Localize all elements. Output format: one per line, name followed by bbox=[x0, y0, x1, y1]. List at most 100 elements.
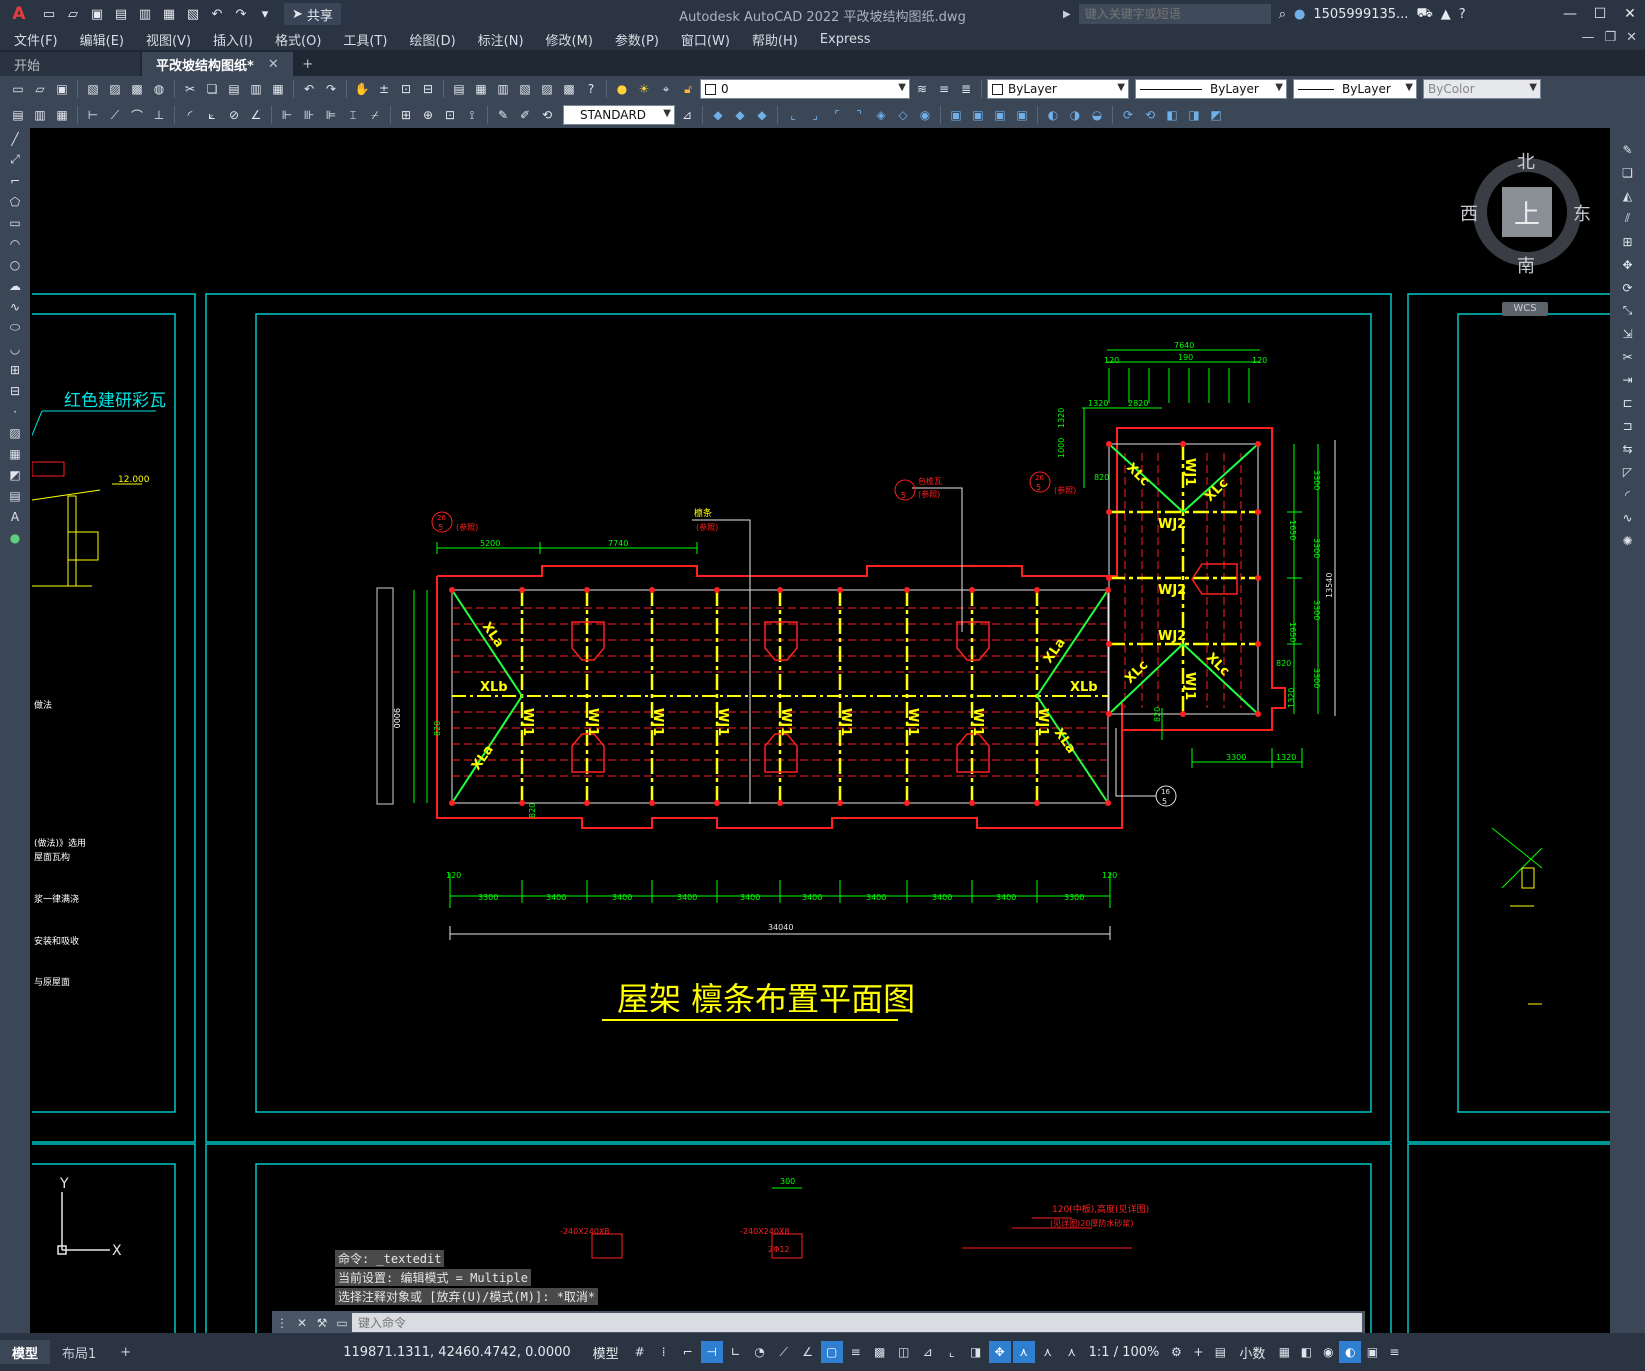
table-icon[interactable]: ▤ bbox=[0, 485, 30, 506]
command-close-icon[interactable]: ✕ bbox=[292, 1316, 312, 1330]
workspace-gear-icon[interactable]: ⚙ bbox=[1165, 1341, 1187, 1363]
free-orbit-icon[interactable]: ⟲ bbox=[1140, 105, 1160, 125]
dimstyle-dropdown[interactable]: STANDARD ▼ bbox=[563, 105, 675, 125]
tolerance-icon[interactable]: ⊞ bbox=[396, 105, 416, 125]
menu-insert[interactable]: 插入(I) bbox=[213, 30, 253, 49]
erase-icon[interactable]: ✎ bbox=[1610, 138, 1645, 161]
layer-properties-icon[interactable]: ≋ bbox=[912, 79, 932, 99]
doc-close-icon[interactable]: ✕ bbox=[1626, 30, 1637, 45]
tab-close-icon[interactable]: ✕ bbox=[268, 57, 279, 72]
dim-break-icon[interactable]: ⌿ bbox=[365, 105, 385, 125]
diameter-dim-icon[interactable]: ⊘ bbox=[224, 105, 244, 125]
save-web-icon[interactable]: ▦ bbox=[158, 3, 180, 25]
ucs-face-icon[interactable]: ⌝ bbox=[849, 105, 869, 125]
copy-icon[interactable]: ❏ bbox=[202, 79, 222, 99]
menu-window[interactable]: 窗口(W) bbox=[681, 30, 730, 49]
layer-previous-icon[interactable]: ≣ bbox=[956, 79, 976, 99]
dynamic-ucs-icon[interactable]: ⌞ bbox=[941, 1341, 963, 1363]
spline-icon[interactable]: ∿ bbox=[0, 296, 30, 317]
angular-dim-icon[interactable]: ∠ bbox=[246, 105, 266, 125]
redo-icon[interactable]: ↷ bbox=[321, 79, 341, 99]
customization-icon[interactable]: ≡ bbox=[1383, 1341, 1405, 1363]
menu-modify[interactable]: 修改(M) bbox=[546, 30, 593, 49]
ordinate-dim-icon[interactable]: ⊥ bbox=[149, 105, 169, 125]
design-center-icon[interactable]: ▦ bbox=[471, 79, 491, 99]
auto-scale-icon[interactable]: ⋏ bbox=[1037, 1341, 1059, 1363]
hatch-icon[interactable]: ▨ bbox=[0, 422, 30, 443]
doc-minimize-icon[interactable]: — bbox=[1581, 30, 1594, 45]
object-snap-icon[interactable]: ▢ bbox=[820, 1341, 843, 1363]
viewcube-top-face[interactable]: 上 bbox=[1502, 187, 1552, 237]
array-icon[interactable]: ⊞ bbox=[1610, 230, 1645, 253]
extend-icon[interactable]: ⇥ bbox=[1610, 368, 1645, 391]
model-space-toggle[interactable]: 模型 bbox=[593, 1343, 619, 1362]
plot-preview-icon[interactable]: ▨ bbox=[105, 79, 125, 99]
menu-help[interactable]: 帮助(H) bbox=[752, 30, 798, 49]
point-icon[interactable]: · bbox=[0, 401, 30, 422]
copy-object-icon[interactable]: ❏ bbox=[1610, 161, 1645, 184]
dim-edit-icon[interactable]: ✎ bbox=[493, 105, 513, 125]
jogged-linear-icon[interactable]: ⟟ bbox=[462, 105, 482, 125]
user-icon[interactable]: ● bbox=[1294, 7, 1305, 22]
viewcube-north[interactable]: 北 bbox=[1517, 148, 1535, 174]
blend-curves-icon[interactable]: ∿ bbox=[1610, 506, 1645, 529]
share-button[interactable]: ➤ 共享 bbox=[284, 3, 341, 25]
stretch-icon[interactable]: ⇲ bbox=[1610, 322, 1645, 345]
object-snap-tracking-icon[interactable]: ∠ bbox=[797, 1341, 819, 1363]
chamfer-icon[interactable]: ◸ bbox=[1610, 460, 1645, 483]
make-current-icon[interactable]: ≡ bbox=[934, 79, 954, 99]
realistic-icon[interactable]: ◒ bbox=[1087, 105, 1107, 125]
viewcube-south[interactable]: 南 bbox=[1517, 252, 1535, 278]
make-block-icon[interactable]: ⊟ bbox=[0, 380, 30, 401]
recent-commands-icon[interactable]: ▭ bbox=[332, 1316, 352, 1330]
graphics-performance-icon[interactable]: ◐ bbox=[1339, 1341, 1362, 1363]
zoom-window-icon[interactable]: ⊡ bbox=[396, 79, 416, 99]
tool-palettes-icon[interactable]: ▥ bbox=[493, 79, 513, 99]
calculator-icon[interactable]: ▩ bbox=[559, 79, 579, 99]
dynamic-input-icon[interactable]: ⊣ bbox=[700, 1341, 723, 1363]
scale-icon[interactable]: ⤡ bbox=[1610, 299, 1645, 322]
lineweight-dropdown[interactable]: ByLayer ▼ bbox=[1293, 79, 1417, 99]
inspection-icon[interactable]: ⊡ bbox=[440, 105, 460, 125]
annotation-scale-icon[interactable]: ⋏ bbox=[1061, 1341, 1083, 1363]
tab-model[interactable]: 模型 bbox=[0, 1340, 51, 1364]
aligned-dim-icon[interactable]: ⟋ bbox=[105, 105, 125, 125]
dim-space-icon[interactable]: ⌶ bbox=[343, 105, 363, 125]
view-bottom-icon[interactable]: ▣ bbox=[968, 105, 988, 125]
quick-dim-icon[interactable]: ⊩ bbox=[277, 105, 297, 125]
plot-icon[interactable]: ▧ bbox=[83, 79, 103, 99]
ucs-world-icon[interactable]: ⌟ bbox=[805, 105, 825, 125]
plotstyle-dropdown[interactable]: ByColor ▼ bbox=[1423, 79, 1541, 99]
layer-walk-icon[interactable]: ▥ bbox=[30, 105, 50, 125]
radius-dim-icon[interactable]: ◜ bbox=[180, 105, 200, 125]
tab-current-drawing[interactable]: 平改坡结构图纸* ✕ bbox=[142, 52, 293, 76]
linear-dim-icon[interactable]: ⊢ bbox=[83, 105, 103, 125]
coordinate-readout[interactable]: 119871.1311, 42460.4742, 0.0000 bbox=[343, 1345, 570, 1360]
baseline-dim-icon[interactable]: ⊪ bbox=[299, 105, 319, 125]
markup-icon[interactable]: ▨ bbox=[537, 79, 557, 99]
shaded-icon[interactable]: ◑ bbox=[1065, 105, 1085, 125]
properties-icon[interactable]: ▤ bbox=[449, 79, 469, 99]
selection-filter-icon[interactable]: ◨ bbox=[965, 1341, 987, 1363]
polygon-icon[interactable]: ⬠ bbox=[0, 191, 30, 212]
polyline-icon[interactable]: ⌐ bbox=[0, 170, 30, 191]
isolate-objects-icon[interactable]: ◉ bbox=[1317, 1341, 1339, 1363]
command-input[interactable] bbox=[352, 1313, 1362, 1332]
ucs-origin-icon[interactable]: ◉ bbox=[915, 105, 935, 125]
add-selected-icon[interactable]: ● bbox=[0, 527, 30, 548]
ucs-icon[interactable]: ⌞ bbox=[783, 105, 803, 125]
rectangle-icon[interactable]: ▭ bbox=[0, 212, 30, 233]
view-right-icon[interactable]: ▣ bbox=[1012, 105, 1032, 125]
paste-icon[interactable]: ▤ bbox=[224, 79, 244, 99]
wcs-menu[interactable]: WCS bbox=[1502, 302, 1548, 316]
menu-dimension[interactable]: 标注(N) bbox=[478, 30, 524, 49]
tab-layout1[interactable]: 布局1 bbox=[50, 1340, 108, 1364]
new-file-icon[interactable]: ▭ bbox=[38, 3, 60, 25]
selection-cycling-icon[interactable]: ◫ bbox=[893, 1341, 915, 1363]
dim-update-icon[interactable]: ⟲ bbox=[537, 105, 557, 125]
3d-osnap-icon[interactable]: ⊿ bbox=[917, 1341, 939, 1363]
block-editor-icon[interactable]: ▦ bbox=[268, 79, 288, 99]
offset-icon[interactable]: ⫽ bbox=[1610, 207, 1645, 230]
menu-tools[interactable]: 工具(T) bbox=[343, 30, 387, 49]
ucs-view-icon[interactable]: ◇ bbox=[893, 105, 913, 125]
